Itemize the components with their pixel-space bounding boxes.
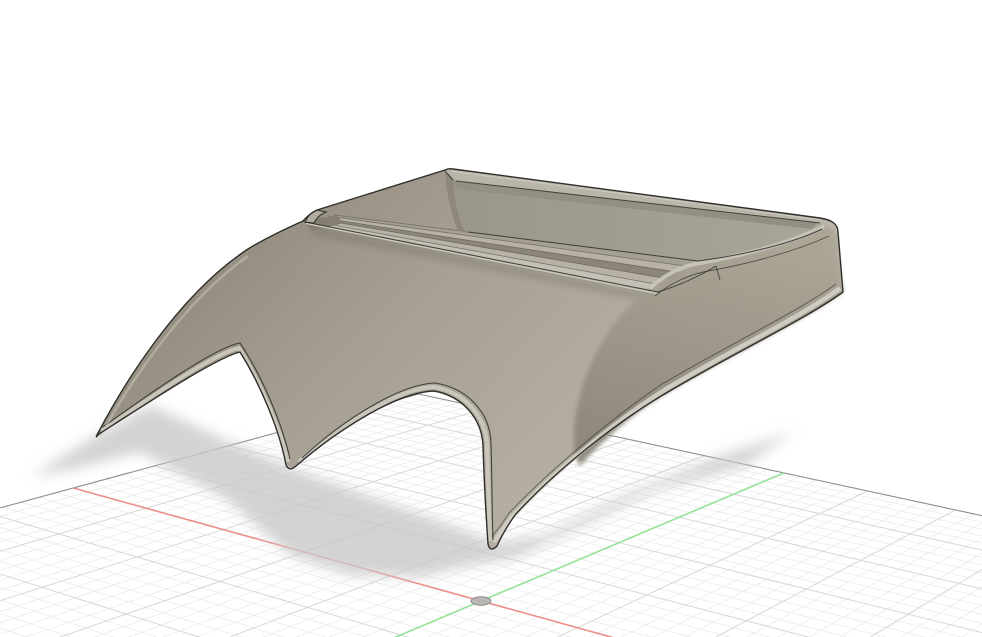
grid-boundary-line xyxy=(628,573,982,637)
grid-minor-line xyxy=(56,493,982,637)
grid-major-line xyxy=(471,551,982,637)
origin-point-marker[interactable] xyxy=(471,597,491,605)
model-body[interactable] xyxy=(96,169,843,549)
scene-3d xyxy=(0,0,982,637)
cad-viewport[interactable] xyxy=(0,0,982,637)
